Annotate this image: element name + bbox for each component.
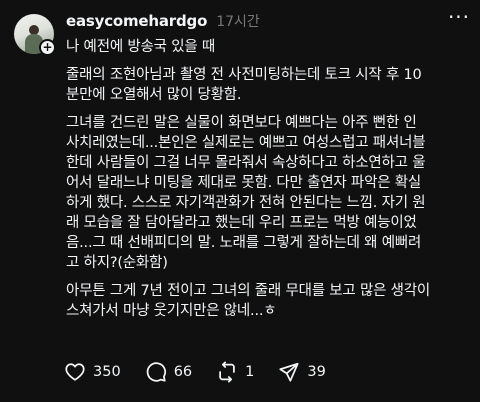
post-paragraph: 아무튼 그게 7년 전이고 그녀의 줄래 무대를 보고 많은 생각이 스쳐가서 …: [66, 283, 431, 319]
repost-count: 1: [245, 364, 255, 380]
comment-bubble-icon: [146, 362, 166, 382]
share-button[interactable]: 39: [278, 361, 326, 383]
share-count: 39: [307, 364, 326, 380]
post-paragraph: 줄래의 조현아님과 촬영 전 사전미팅하는데 토크 시작 후 10 분만에 오열…: [66, 67, 422, 103]
repost-arrows-icon: [219, 361, 235, 383]
like-count: 350: [93, 364, 121, 380]
reply-button[interactable]: 66: [145, 361, 192, 383]
like-button[interactable]: 350: [64, 361, 121, 383]
post-header: easycomehardgo 17시간: [66, 11, 260, 31]
username[interactable]: easycomehardgo: [66, 12, 207, 30]
avatar-container[interactable]: +: [14, 14, 56, 56]
post-body: 나 예전에 방송국 있을 때 줄래의 조현아님과 촬영 전 사전미팅하는데 토크…: [66, 37, 472, 329]
post-paragraph: 그녀를 건드린 말은 실물이 화면보다 예쁘다는 아주 뻔한 인 사치레였는데.…: [66, 115, 426, 271]
follow-plus-icon[interactable]: +: [39, 39, 56, 56]
post-paragraph: 나 예전에 방송국 있을 때: [66, 39, 216, 55]
send-icon: [279, 362, 299, 382]
thread-post: + easycomehardgo 17시간 ··· 나 예전에 방송국 있을 때…: [0, 0, 480, 402]
more-options-icon[interactable]: ···: [446, 7, 472, 30]
heart-icon: [65, 363, 85, 381]
repost-button[interactable]: 1: [216, 361, 254, 383]
post-action-bar: 350 66 1 39: [64, 361, 350, 383]
post-timestamp: 17시간: [216, 14, 260, 30]
reply-count: 66: [173, 364, 193, 380]
